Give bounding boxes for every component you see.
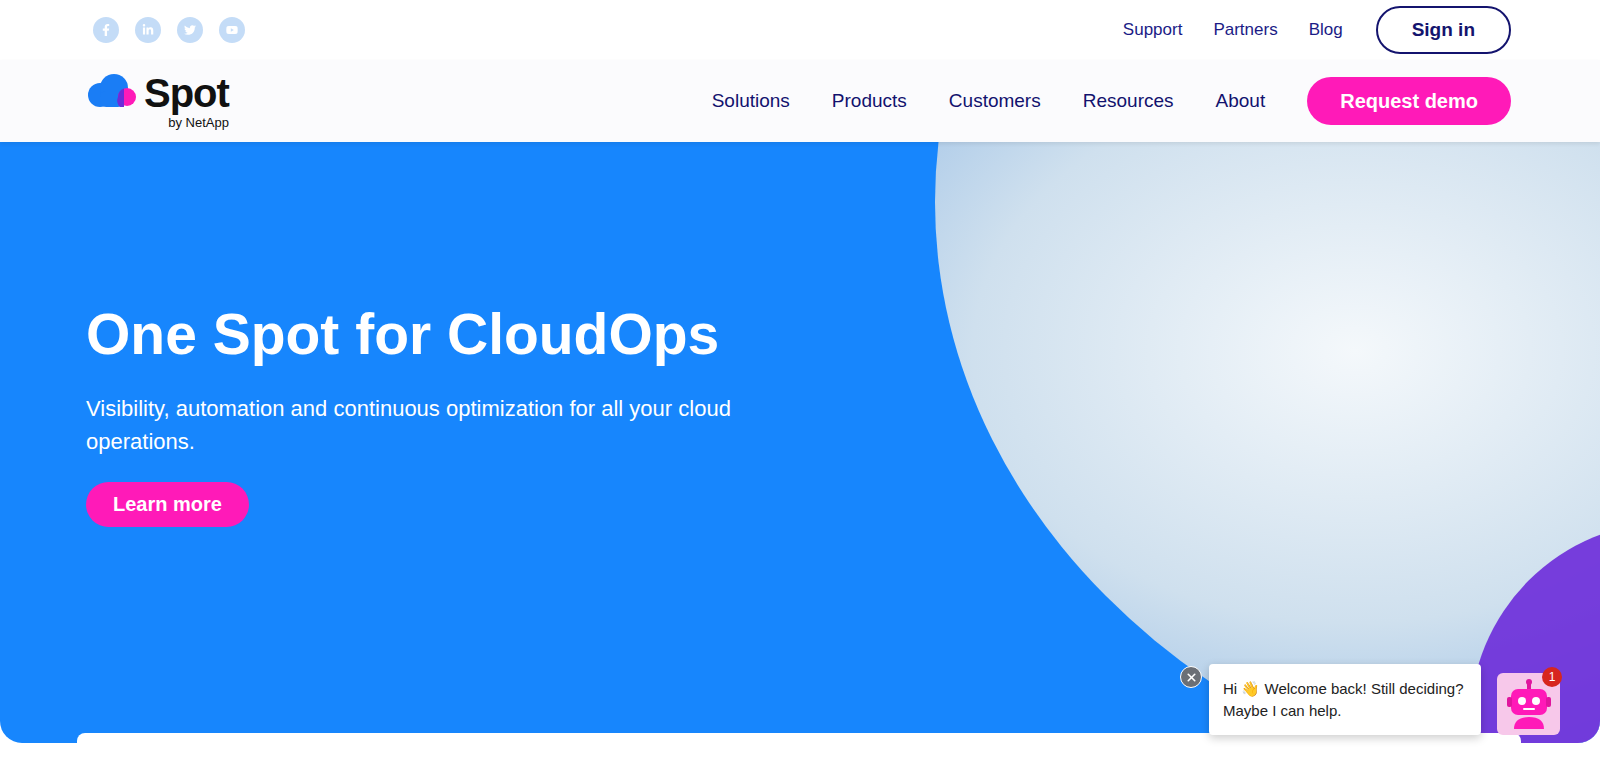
logo-name: Spot bbox=[144, 73, 229, 113]
facebook-icon[interactable] bbox=[93, 17, 119, 43]
nav-bar: Spot by NetApp Solutions Products Customers R… bbox=[0, 60, 1600, 142]
chat-avatar[interactable]: 1 bbox=[1497, 673, 1560, 735]
twitter-icon[interactable] bbox=[177, 17, 203, 43]
learn-more-button[interactable]: Learn more bbox=[86, 482, 249, 527]
linkedin-icon[interactable] bbox=[135, 17, 161, 43]
chat-bubble[interactable]: Hi 👋 Welcome back! Still deciding? Maybe… bbox=[1209, 664, 1481, 735]
top-links: Support Partners Blog Sign in bbox=[1123, 6, 1511, 54]
nav-item[interactable]: Customers bbox=[949, 90, 1041, 112]
page: SupportPartnersBlogSign inSpotby NetAppS… bbox=[0, 0, 1600, 772]
notification-badge: 1 bbox=[1542, 667, 1562, 687]
nav-menu: Solutions Products Customers Resources About… bbox=[712, 77, 1511, 125]
close-icon[interactable] bbox=[1180, 666, 1202, 688]
top-link[interactable]: Partners bbox=[1213, 20, 1277, 40]
top-link[interactable]: Blog bbox=[1309, 20, 1343, 40]
top-bar: Support Partners Blog Sign in bbox=[0, 0, 1600, 60]
hero: One Spot for CloudOps Visibility, automat… bbox=[0, 142, 1600, 743]
nav-item[interactable]: Resources bbox=[1083, 90, 1174, 112]
robot-icon bbox=[1506, 679, 1552, 729]
social-links bbox=[93, 17, 245, 43]
top-link[interactable]: Support bbox=[1123, 20, 1183, 40]
logo-sub: by NetApp bbox=[168, 115, 229, 130]
nav-item[interactable]: Products bbox=[832, 90, 907, 112]
cloud-logo-icon bbox=[86, 73, 138, 107]
request-demo-button[interactable]: Request demo bbox=[1307, 77, 1511, 125]
logo[interactable]: Spot by NetApp bbox=[86, 73, 229, 130]
youtube-icon[interactable] bbox=[219, 17, 245, 43]
chat-widget: Hi 👋 Welcome back! Still deciding? Maybe… bbox=[1180, 664, 1560, 735]
sign-in-button[interactable]: Sign in bbox=[1376, 6, 1511, 54]
nav-item[interactable]: About bbox=[1216, 90, 1266, 112]
hero-title: One Spot for CloudOps bbox=[86, 300, 719, 368]
hero-subtitle: Visibility, automation and continuous op… bbox=[86, 392, 806, 458]
content-card bbox=[77, 733, 1521, 772]
nav-item[interactable]: Solutions bbox=[712, 90, 790, 112]
